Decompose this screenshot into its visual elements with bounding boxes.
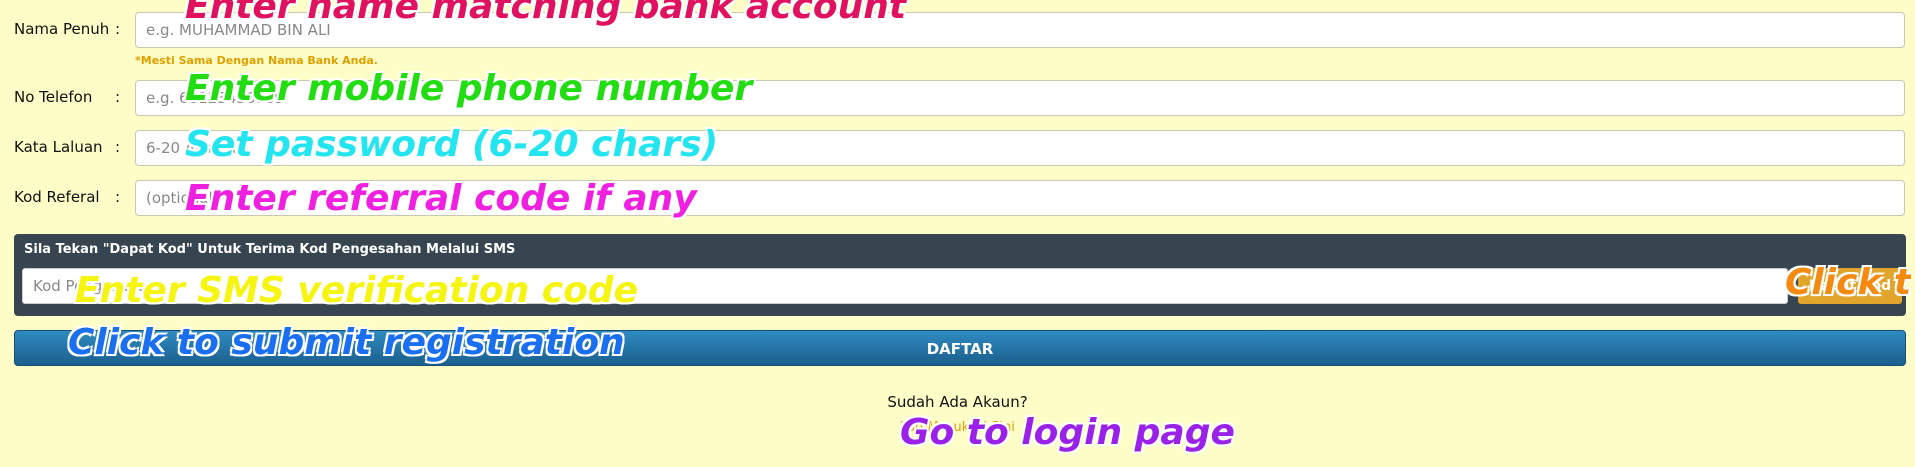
annotation-referral: Enter referral code if any xyxy=(185,178,697,219)
sms-instruction: Sila Tekan "Dapat Kod" Untuk Terima Kod … xyxy=(24,242,516,257)
password-colon: : xyxy=(115,138,121,156)
annotation-phone: Enter mobile phone number xyxy=(185,68,753,109)
annotation-get-code: Click to xyxy=(1785,262,1911,303)
phone-colon: : xyxy=(115,88,121,106)
annotation-name: Enter name matching bank account xyxy=(185,0,907,27)
have-account-text: Sudah Ada Akaun? xyxy=(887,393,1028,411)
annotation-sms: Enter SMS verification code xyxy=(75,270,638,311)
phone-label: No Telefon xyxy=(14,88,93,106)
referral-colon: : xyxy=(115,188,121,206)
fullname-label: Nama Penuh xyxy=(14,20,110,38)
fullname-colon: : xyxy=(115,20,121,38)
fullname-note: *Mesti Sama Dengan Nama Bank Anda. xyxy=(135,54,378,67)
annotation-submit: Click to submit registration xyxy=(68,322,625,363)
referral-label: Kod Referal xyxy=(14,188,100,206)
annotation-login: Go to login page xyxy=(900,412,1235,453)
password-label: Kata Laluan xyxy=(14,138,103,156)
annotation-password: Set password (6-20 chars) xyxy=(185,124,719,165)
